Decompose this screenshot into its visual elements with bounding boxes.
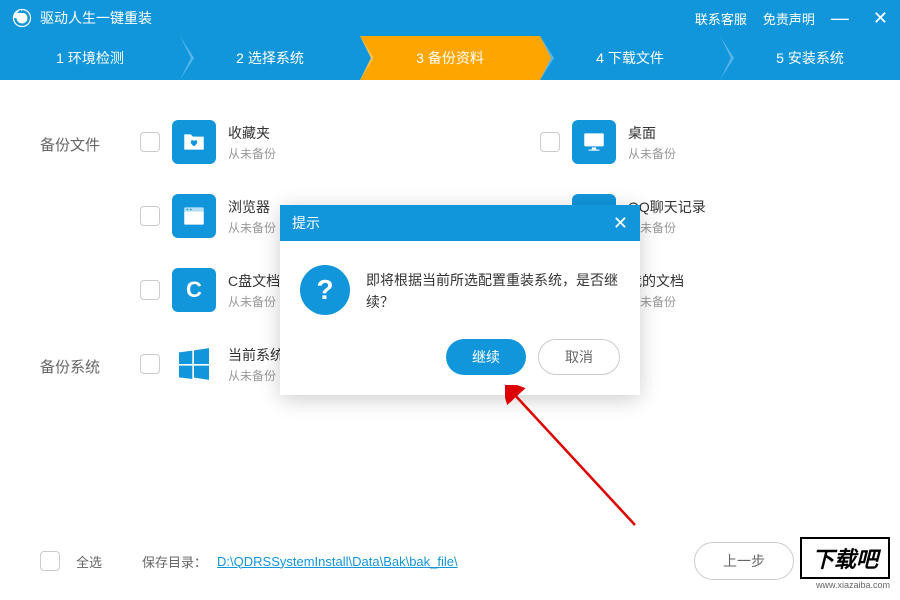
select-all-label: 全选: [76, 552, 102, 571]
checkbox-browser[interactable]: [140, 206, 160, 226]
dialog-title: 提示: [292, 213, 320, 233]
section-backup-files-label: 备份文件: [40, 120, 140, 312]
folder-heart-icon: [172, 120, 216, 164]
item-status: 从未备份: [228, 293, 280, 310]
save-dir-path[interactable]: D:\QDRSSystemInstall\Data\Bak\bak_file\: [217, 554, 458, 569]
item-name: 浏览器: [228, 197, 276, 217]
item-favorites: 收藏夹 从未备份: [140, 120, 460, 164]
dialog-close-button[interactable]: ✕: [613, 213, 628, 234]
dialog-message: 即将根据当前所选配置重装系统，是否继续？: [366, 265, 620, 314]
checkbox-select-all[interactable]: [40, 551, 60, 571]
item-name: 桌面: [628, 123, 676, 143]
item-status: 从未备份: [628, 145, 676, 162]
step-3: 3 备份资料: [360, 36, 540, 80]
watermark-url: www.xiazaiba.com: [800, 580, 890, 590]
checkbox-current-system[interactable]: [140, 354, 160, 374]
titlebar: 驱动人生一键重装 联系客服 免责声明 — ✕: [0, 0, 900, 36]
step-5: 5 安装系统: [720, 36, 900, 80]
close-button[interactable]: ✕: [873, 8, 888, 29]
prev-button[interactable]: 上一步: [694, 542, 794, 580]
checkbox-cdisk[interactable]: [140, 280, 160, 300]
contact-link[interactable]: 联系客服: [695, 9, 747, 28]
footer: 全选 保存目录： D:\QDRSSystemInstall\Data\Bak\b…: [40, 542, 860, 580]
item-name: C盘文档: [228, 271, 280, 291]
section-backup-system-label: 备份系统: [40, 342, 140, 386]
step-bar: 1 环境检测 2 选择系统 3 备份资料 4 下载文件 5 安装系统: [0, 36, 900, 80]
disclaimer-link[interactable]: 免责声明: [763, 9, 815, 28]
checkbox-favorites[interactable]: [140, 132, 160, 152]
windows-icon: [172, 342, 216, 386]
watermark-text: 下载吧: [800, 537, 890, 579]
item-name: 当前系统: [228, 345, 284, 365]
step-1: 1 环境检测: [0, 36, 180, 80]
cancel-button[interactable]: 取消: [538, 339, 620, 375]
question-icon: ?: [300, 265, 350, 315]
browser-icon: [172, 194, 216, 238]
item-status: 从未备份: [228, 219, 276, 236]
confirm-dialog: 提示 ✕ ? 即将根据当前所选配置重装系统，是否继续？ 继续 取消: [280, 205, 640, 395]
save-dir-label: 保存目录：: [142, 552, 207, 571]
step-2: 2 选择系统: [180, 36, 360, 80]
continue-button[interactable]: 继续: [446, 339, 526, 375]
item-name: 收藏夹: [228, 123, 276, 143]
item-desktop: 桌面 从未备份: [540, 120, 860, 164]
checkbox-desktop[interactable]: [540, 132, 560, 152]
watermark: 下载吧 www.xiazaiba.com: [800, 537, 890, 590]
monitor-icon: [572, 120, 616, 164]
app-logo-icon: [12, 8, 32, 28]
app-title: 驱动人生一键重装: [40, 8, 695, 28]
item-status: 从未备份: [228, 367, 284, 384]
item-status: 从未备份: [228, 145, 276, 162]
c-drive-icon: C: [172, 268, 216, 312]
minimize-button[interactable]: —: [831, 8, 849, 29]
step-4: 4 下载文件: [540, 36, 720, 80]
